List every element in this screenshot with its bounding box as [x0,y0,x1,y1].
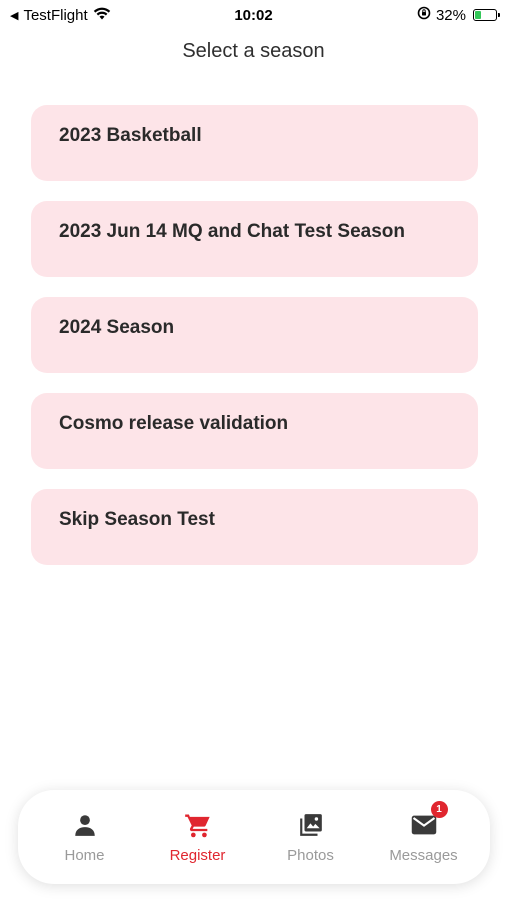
battery-fill [475,11,482,19]
tab-photos[interactable]: Photos [261,811,361,864]
season-list: 2023 Basketball 2023 Jun 14 MQ and Chat … [31,105,478,565]
messages-badge: 1 [430,800,448,818]
tab-messages-label: Messages [389,846,458,864]
battery-percent: 32% [435,6,466,24]
bottom-tab-bar: Home Register Photos 1 Messages [18,790,490,884]
mail-icon: 1 [410,800,448,839]
status-bar-right: 32% [417,6,500,24]
rotation-lock-icon [417,6,431,24]
person-icon [71,811,99,839]
tab-register[interactable]: Register [148,811,248,864]
tab-photos-label: Photos [287,846,334,864]
back-app-label[interactable]: TestFlight [23,7,87,24]
tab-register-label: Register [169,846,226,864]
page-title: Select a season [182,40,325,62]
battery-icon [473,9,500,21]
wifi-icon [93,7,111,24]
season-item-2024-season[interactable]: 2024 Season [31,297,478,373]
season-item-skip-season-test[interactable]: Skip Season Test [31,489,478,565]
status-bar: ◀ TestFlight 10:02 32% [0,0,507,30]
back-arrow-icon[interactable]: ◀ [10,9,18,22]
tab-messages[interactable]: 1 Messages [374,800,474,864]
tab-home[interactable]: Home [35,811,135,864]
season-item-cosmo-release-validation[interactable]: Cosmo release validation [31,393,478,469]
season-item-2023-basketball[interactable]: 2023 Basketball [31,105,478,181]
season-item-2023-jun-14-mq-chat-test[interactable]: 2023 Jun 14 MQ and Chat Test Season [31,201,478,277]
cart-icon [184,811,212,839]
status-bar-left[interactable]: ◀ TestFlight [10,7,111,24]
tab-home-label: Home [64,846,105,864]
photos-icon [297,811,325,839]
